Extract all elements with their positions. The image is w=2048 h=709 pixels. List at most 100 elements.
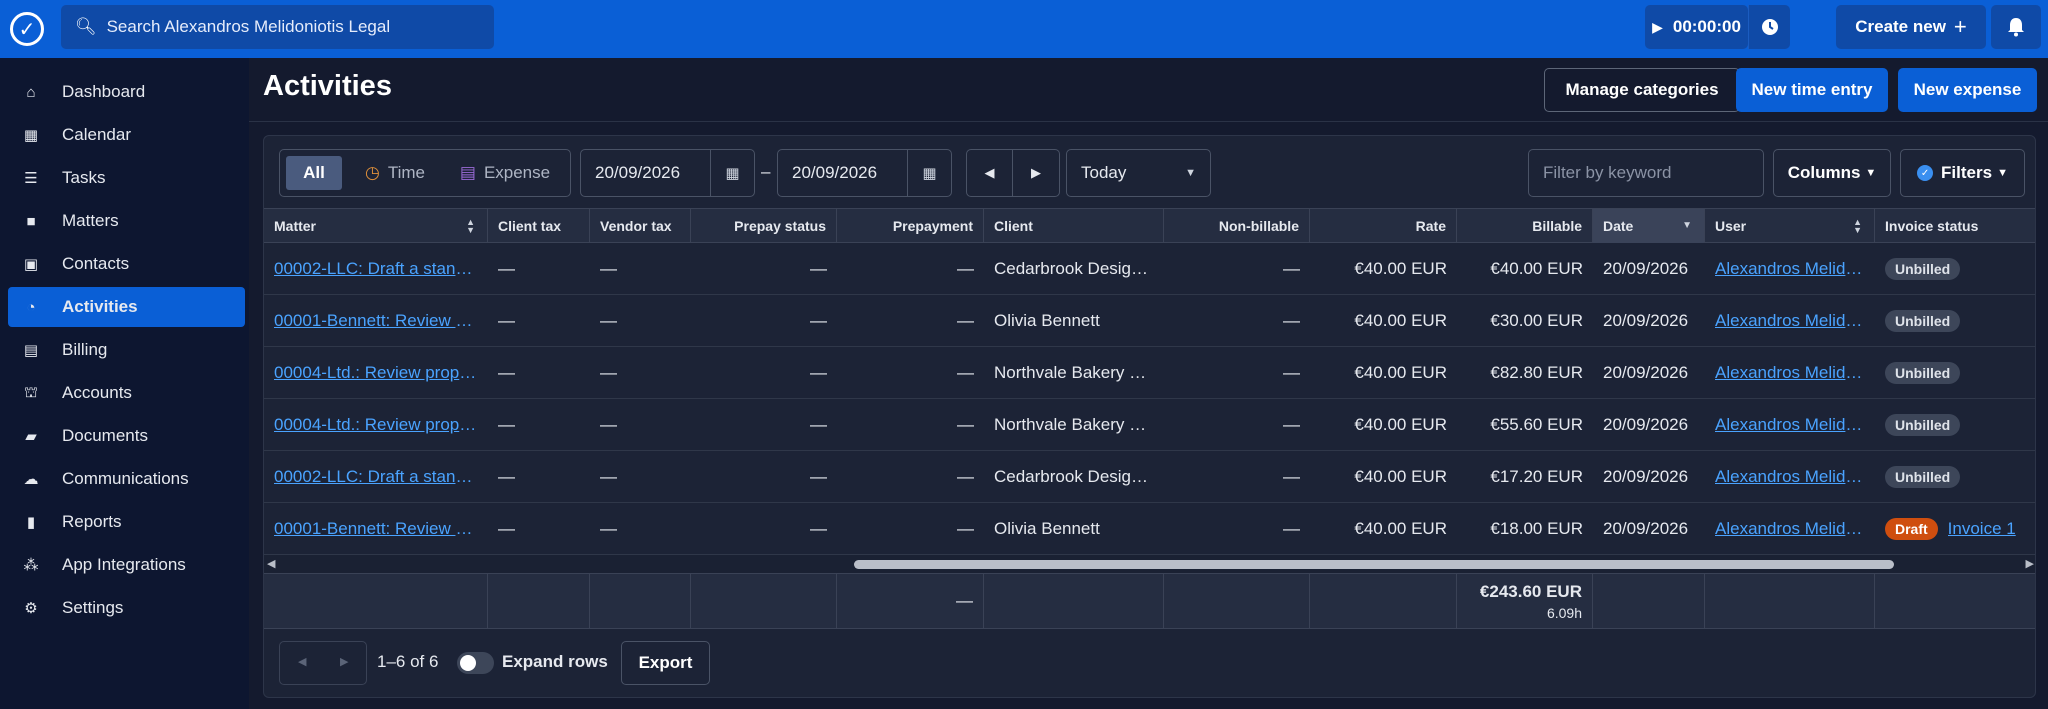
cell-text: — — [957, 414, 974, 434]
sidebar-item-label: Contacts — [62, 254, 130, 273]
user-link[interactable]: Alexandros Melidoniotis — [1715, 415, 1865, 435]
timer-button[interactable]: ▶ 00:00:00 — [1645, 5, 1748, 49]
filter-expense-button[interactable]: ▤ Expense — [446, 156, 564, 190]
column-header-billable[interactable]: Billable — [1457, 209, 1593, 243]
sidebar-item-documents[interactable]: ▰ Documents — [8, 416, 245, 456]
sidebar-item-contacts[interactable]: ▣ Contacts — [8, 244, 245, 284]
next-period-button[interactable]: ▶ — [1013, 149, 1060, 197]
column-header-matter[interactable]: Matter ▲ ▼ — [264, 209, 488, 243]
scroll-left-icon[interactable]: ◀ — [267, 557, 275, 570]
cell-text: 20/09/2026 — [1603, 518, 1689, 538]
table-row[interactable]: 00002-LLC: Draft a standard contract — — — —… — [264, 451, 2035, 503]
sidebar-item-tasks[interactable]: ☰ Tasks — [8, 158, 245, 198]
filters-button[interactable]: ✓ Filters ▼ — [1900, 149, 2025, 197]
cell-client: Olivia Bennett — [984, 295, 1164, 346]
cell-text: 20/09/2026 — [1603, 258, 1689, 278]
matter-link[interactable]: 00002-LLC: Draft a standard contract — [274, 467, 478, 487]
column-header-rate[interactable]: Rate — [1310, 209, 1457, 243]
cell-date: 20/09/2026 — [1593, 347, 1705, 398]
global-search[interactable]: 🔍︎ Search Alexandros Melidoniotis Legal — [61, 5, 494, 49]
timer-history-button[interactable] — [1748, 5, 1790, 49]
cell-client-tax: — — [488, 243, 590, 294]
matter-link[interactable]: 00001-Bennett: Review documents — [274, 519, 478, 539]
column-header-vendor-tax[interactable]: Vendor tax — [590, 209, 691, 243]
footer-cell — [488, 574, 590, 628]
sidebar-item-app-integrations[interactable]: ⁂ App Integrations — [8, 545, 245, 585]
table-row[interactable]: 00004-Ltd.: Review proposal — — — — Northvale… — [264, 347, 2035, 399]
user-link[interactable]: Alexandros Melidoniotis — [1715, 311, 1865, 331]
export-button[interactable]: Export — [621, 641, 710, 685]
column-header-label: Matter — [274, 218, 317, 234]
manage-categories-button[interactable]: Manage categories — [1544, 68, 1740, 112]
folder-icon: ▰ — [25, 428, 37, 445]
table-row[interactable]: 00001-Bennett: Review documents — — — — Olivi… — [264, 295, 2035, 347]
filter-all-button[interactable]: All — [286, 156, 342, 190]
cell-text: — — [810, 414, 827, 434]
keyword-filter-input[interactable] — [1528, 149, 1764, 197]
table-row[interactable]: 00001-Bennett: Review documents — — — — Olivi… — [264, 503, 2035, 555]
cell-date: 20/09/2026 — [1593, 503, 1705, 554]
previous-page-icon[interactable]: ◀ — [298, 655, 306, 668]
user-link[interactable]: Alexandros Melidoniotis — [1715, 467, 1865, 487]
user-link[interactable]: Alexandros Melidoniotis — [1715, 519, 1865, 539]
sidebar-item-billing[interactable]: ▤ Billing — [8, 330, 245, 370]
column-header-invoice-status[interactable]: Invoice status — [1875, 209, 2035, 243]
range-select[interactable]: Today ▼ — [1066, 149, 1211, 197]
calendar-icon[interactable]: ▦ — [907, 150, 951, 196]
filter-time-label: Time — [387, 163, 425, 182]
matter-link[interactable]: 00004-Ltd.: Review proposal — [274, 415, 478, 435]
column-header-user[interactable]: User ▲ ▼ — [1705, 209, 1875, 243]
columns-button[interactable]: Columns ▼ — [1773, 149, 1891, 197]
cell-client: Northvale Bakery Ltd. — [984, 399, 1164, 450]
notifications-button[interactable] — [1991, 5, 2041, 49]
sidebar-item-activities[interactable]: ◔ Activities — [8, 287, 245, 327]
sidebar-item-dashboard[interactable]: ⌂ Dashboard — [8, 72, 245, 112]
matter-link[interactable]: 00001-Bennett: Review documents — [274, 311, 478, 331]
sidebar-item-settings[interactable]: ⚙ Settings — [8, 588, 245, 628]
previous-period-button[interactable]: ◀ — [966, 149, 1013, 197]
column-header-client-tax[interactable]: Client tax — [488, 209, 590, 243]
calendar-icon[interactable]: ▦ — [710, 150, 754, 196]
create-new-label: Create new — [1855, 17, 1946, 36]
table-row[interactable]: 00004-Ltd.: Review proposal — — — — Northvale… — [264, 399, 2035, 451]
cell-text: — — [1283, 466, 1300, 486]
sidebar-item-reports[interactable]: ▮ Reports — [8, 502, 245, 542]
filter-time-button[interactable]: ◷ Time — [356, 156, 434, 190]
create-new-button[interactable]: Create new + — [1836, 5, 1986, 49]
status-badge: Unbilled — [1885, 309, 1961, 332]
sidebar-item-accounts[interactable]: ⛫ Accounts — [8, 373, 245, 413]
cell-date: 20/09/2026 — [1593, 295, 1705, 346]
table-row[interactable]: 00002-LLC: Draft a standard contract — — — —… — [264, 243, 2035, 295]
matter-link[interactable]: 00004-Ltd.: Review proposal — [274, 363, 478, 383]
column-header-prepay-status[interactable]: Prepay status — [691, 209, 837, 243]
column-header-prepayment[interactable]: Prepayment — [837, 209, 984, 243]
column-header-date[interactable]: Date ▼ — [1593, 209, 1705, 243]
cell-billable: €18.00 EUR — [1457, 503, 1593, 554]
user-link[interactable]: Alexandros Melidoniotis — [1715, 259, 1865, 279]
cell-text: — — [810, 466, 827, 486]
new-expense-button[interactable]: New expense — [1898, 68, 2037, 112]
date-to-field[interactable]: 20/09/2026 ▦ — [777, 149, 952, 197]
user-link[interactable]: Alexandros Melidoniotis — [1715, 363, 1865, 383]
cell-text: €55.60 EUR — [1490, 414, 1583, 434]
cell-matter: 00002-LLC: Draft a standard contract — [264, 451, 488, 502]
column-header-client[interactable]: Client — [984, 209, 1164, 243]
sidebar-item-label: Activities — [62, 297, 138, 316]
invoice-link[interactable]: Invoice 1 — [1948, 519, 2016, 539]
next-page-icon[interactable]: ▶ — [340, 655, 348, 668]
sidebar-item-matters[interactable]: ■ Matters — [8, 201, 245, 241]
column-header-non-billable[interactable]: Non-billable — [1164, 209, 1310, 243]
matter-link[interactable]: 00002-LLC: Draft a standard contract — [274, 259, 478, 279]
horizontal-scrollbar[interactable]: ◀ ▶ — [264, 555, 2035, 573]
scrollbar-thumb[interactable] — [854, 560, 1894, 569]
scroll-right-icon[interactable]: ▶ — [2026, 557, 2034, 570]
cell-status: Unbilled — [1875, 347, 2035, 398]
cell-prepayment: — — [837, 451, 984, 502]
sidebar-item-communications[interactable]: ☁ Communications — [8, 459, 245, 499]
date-from-field[interactable]: 20/09/2026 ▦ — [580, 149, 755, 197]
new-time-entry-button[interactable]: New time entry — [1736, 68, 1888, 112]
app-logo-icon[interactable]: ✓ — [10, 12, 44, 46]
sidebar-item-calendar[interactable]: ▦ Calendar — [8, 115, 245, 155]
sidebar-item-label: Calendar — [62, 125, 131, 144]
expand-rows-toggle[interactable] — [457, 652, 494, 674]
